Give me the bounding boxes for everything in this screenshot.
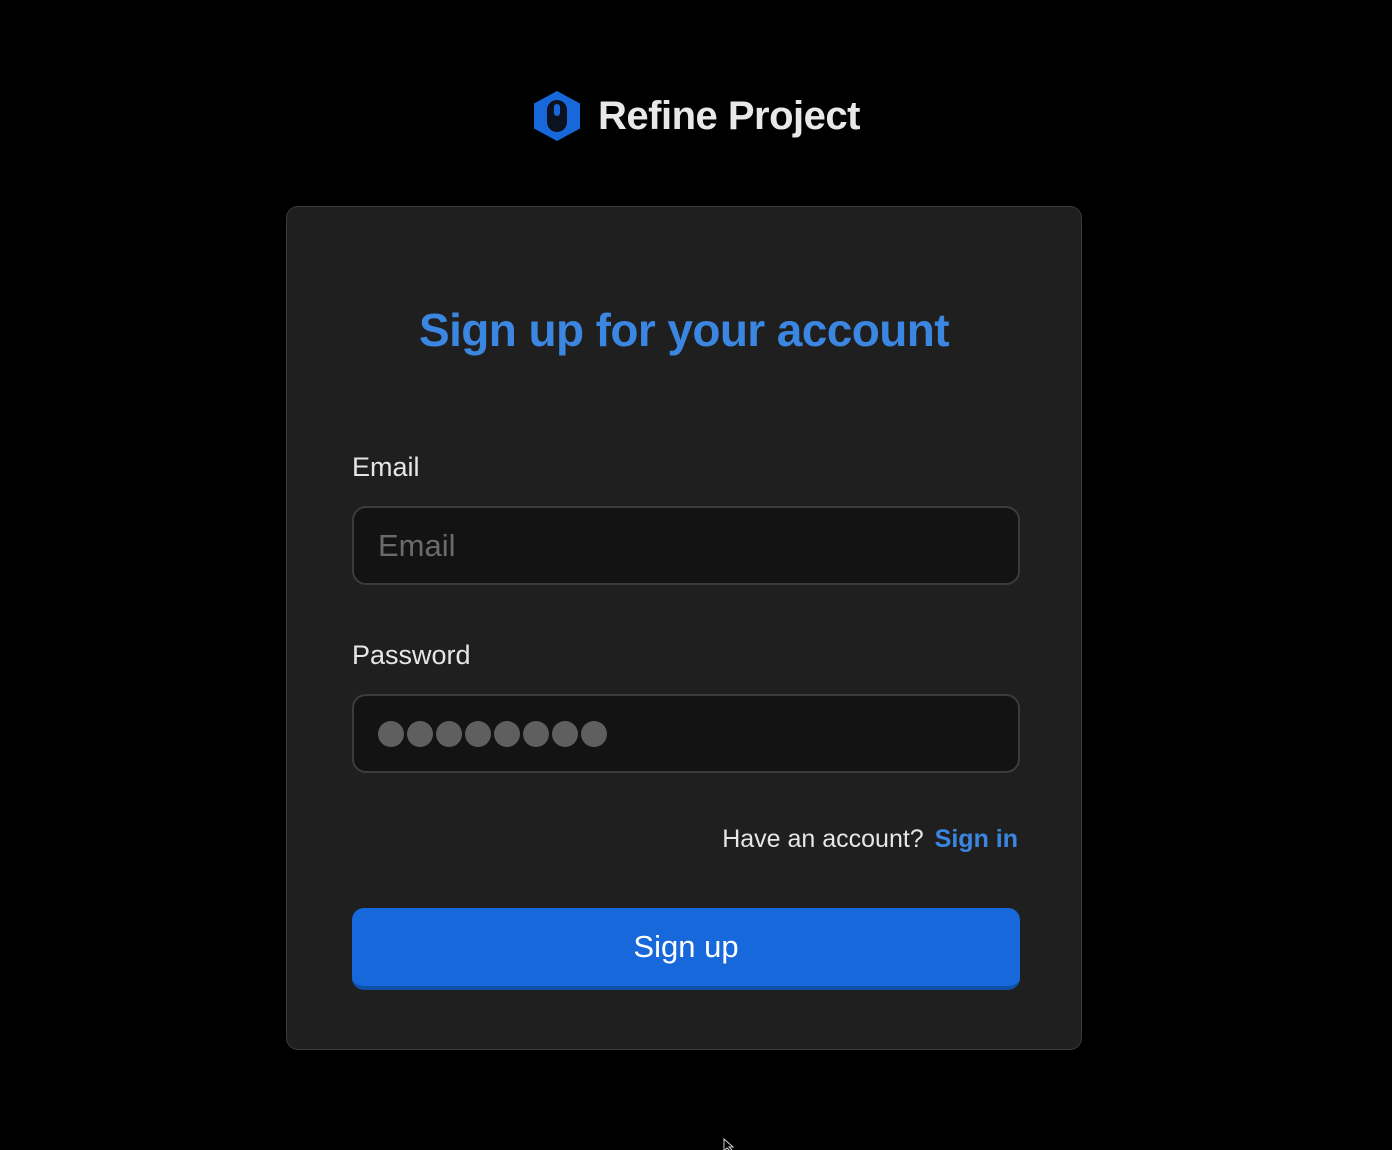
account-prompt-line: Have an account? Sign in: [722, 825, 1018, 854]
password-mask-dot: [378, 720, 404, 747]
password-label: Password: [352, 640, 471, 670]
signup-button[interactable]: Sign up: [352, 908, 1020, 990]
refine-logo-icon: [534, 91, 581, 141]
page-title: Sign up for your account: [419, 304, 950, 356]
password-mask-dot: [407, 720, 433, 747]
password-input[interactable]: [352, 694, 1020, 773]
password-mask: [378, 720, 607, 747]
mouse-cursor-icon: [723, 1138, 735, 1150]
password-mask-dot: [552, 720, 578, 747]
email-label: Email: [352, 452, 420, 482]
password-mask-dot: [436, 720, 462, 747]
email-input[interactable]: [352, 506, 1020, 585]
password-mask-dot: [494, 720, 520, 747]
password-mask-dot: [581, 720, 607, 747]
signup-card: Sign up for your account Email Password …: [286, 206, 1082, 1050]
signup-page: Refine Project Sign up for your account …: [0, 0, 1392, 1150]
password-mask-dot: [465, 720, 491, 747]
signin-link[interactable]: Sign in: [935, 825, 1018, 853]
brand-name: Refine Project: [598, 93, 860, 138]
account-prompt-text: Have an account?: [722, 825, 924, 853]
brand-header: Refine Project: [0, 90, 1392, 142]
password-mask-dot: [523, 720, 549, 747]
